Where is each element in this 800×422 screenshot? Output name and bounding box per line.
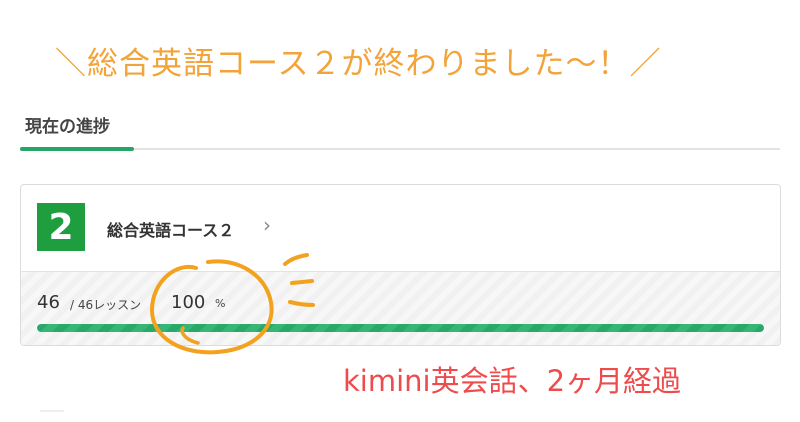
tab-divider — [20, 148, 780, 150]
lessons-total-label: / 46レッスン — [70, 298, 142, 312]
chevron-right-icon[interactable]: › — [263, 213, 271, 237]
percent-sign: % — [215, 297, 226, 310]
lessons-done-count: 46 — [37, 292, 60, 313]
faint-divider — [40, 410, 64, 412]
course-progress-card[interactable]: 2 総合英語コース２ › 46 / 46レッスン 100 % — [20, 184, 781, 346]
bottom-caption: kimini英会話、2ヶ月経過 — [343, 364, 682, 398]
course-header[interactable]: 2 総合英語コース２ › — [21, 185, 780, 271]
headline-text: 総合英語コース２が終わりました〜！ — [87, 46, 630, 82]
progress-percent: 100 — [171, 292, 206, 313]
progress-section: 46 / 46レッスン 100 % — [21, 271, 780, 345]
progress-bar-fill — [37, 324, 764, 332]
progress-bar-track — [37, 324, 764, 332]
headline: ＼総合英語コース２が終わりました〜！／ — [55, 38, 661, 83]
section-title: 現在の進捗 — [25, 117, 110, 136]
active-tab-indicator — [20, 147, 134, 151]
course-number-badge: 2 — [37, 203, 85, 251]
course-name-link[interactable]: 総合英語コース２ — [107, 217, 234, 241]
headline-left-slash: ＼ — [55, 46, 87, 82]
headline-right-slash: ／ — [629, 46, 662, 82]
